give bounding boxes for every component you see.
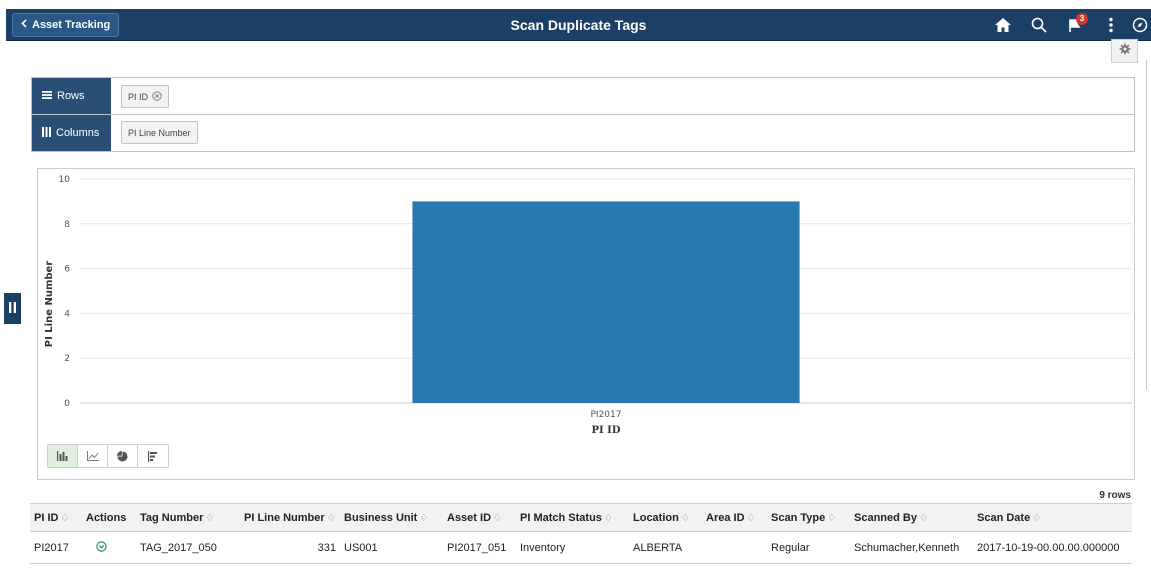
back-button-label: Asset Tracking: [32, 19, 111, 31]
cell-actions[interactable]: [82, 531, 136, 564]
col-header-scan-date[interactable]: Scan Date ♢: [973, 503, 1132, 532]
sort-icon: ♢: [680, 512, 690, 524]
sort-icon: ♢: [419, 512, 429, 524]
rows-label-cell[interactable]: Rows: [32, 78, 111, 114]
y-axis-label: PI Line Number: [44, 261, 55, 348]
rows-chip[interactable]: PI ID: [121, 85, 170, 108]
pivot-config-panel: Rows PI ID Columns PI Line Number: [31, 77, 1135, 152]
sort-icon: ♢: [205, 512, 215, 524]
y-tick-label: 2: [64, 354, 70, 364]
right-scroll-rail: [1146, 60, 1151, 390]
top-bar: Asset Tracking Scan Duplicate Tags 3: [0, 0, 1151, 49]
col-header-tag-number[interactable]: Tag Number ♢: [136, 503, 240, 532]
columns-icon: [42, 126, 51, 140]
bar-chart-icon[interactable]: [48, 445, 78, 467]
chart-container: 0 2 4 6 8 10 PI2017 PI ID PI Line Number: [37, 168, 1135, 480]
search-icon[interactable]: [1021, 9, 1057, 41]
col-header-pi-id[interactable]: PI ID ♢: [30, 503, 82, 532]
cell-tag-number: TAG_2017_050: [136, 531, 240, 564]
bar: [412, 201, 800, 403]
y-tick-label: 6: [64, 265, 70, 275]
banner: Asset Tracking Scan Duplicate Tags 3: [6, 9, 1151, 41]
col-header-actions: Actions: [82, 503, 136, 532]
y-tick-label: 8: [64, 220, 70, 230]
rows-icon: [42, 90, 52, 102]
col-header-scanned-by[interactable]: Scanned By ♢: [850, 503, 973, 532]
cell-business-unit: US001: [340, 531, 443, 564]
columns-label: Columns: [56, 127, 100, 139]
sort-icon: ♢: [60, 512, 70, 524]
y-tick-label: 4: [64, 309, 70, 319]
pivot-rows-row: Rows PI ID: [32, 78, 1134, 115]
cell-asset-id: PI2017_051: [443, 531, 516, 564]
sort-icon: ♢: [918, 512, 928, 524]
actions-chevron-icon[interactable]: [96, 540, 107, 555]
cell-pi-line-number: 331: [240, 531, 340, 564]
row-count: 9 rows: [1099, 490, 1131, 501]
columns-chip[interactable]: PI Line Number: [121, 121, 198, 144]
banner-actions: 3: [985, 9, 1151, 41]
cell-location: ALBERTA: [629, 531, 702, 564]
navbar-icon[interactable]: [1129, 9, 1151, 41]
cell-pi-id: PI2017: [30, 531, 82, 564]
sort-icon: ♢: [827, 512, 837, 524]
col-header-scan-type[interactable]: Scan Type ♢: [767, 503, 850, 532]
cell-scan-date: 2017-10-19-00.00.00.000000: [973, 531, 1132, 564]
sort-icon: ♢: [493, 512, 502, 524]
pause-bars-icon: [9, 300, 16, 318]
col-header-area-id[interactable]: Area ID ♢: [702, 503, 767, 532]
more-icon[interactable]: [1093, 9, 1129, 41]
pie-chart-icon[interactable]: [108, 445, 138, 467]
settings-gear-button[interactable]: [1111, 39, 1138, 63]
cell-pi-match-status: Inventory: [516, 531, 629, 564]
sort-icon: ♢: [326, 512, 336, 524]
columns-chip-label: PI Line Number: [128, 127, 191, 138]
rows-label: Rows: [57, 90, 85, 102]
chevron-left-icon: [21, 14, 27, 36]
col-header-asset-id[interactable]: Asset ID ♢: [443, 503, 516, 532]
chart-type-switcher: [47, 444, 169, 468]
cell-scan-type: Regular: [767, 531, 850, 564]
results-grid: PI ID ♢ Actions Tag Number ♢ PI Line Numbe…: [30, 503, 1132, 564]
y-tick-label: 0: [64, 399, 70, 409]
y-tick-label: 10: [59, 175, 71, 185]
cell-scanned-by: Schumacher,Kenneth: [850, 531, 973, 564]
table-row[interactable]: PI2017 TAG_2017_050 331 US001 PI2017_051…: [30, 531, 1132, 564]
horizontal-bar-icon[interactable]: [138, 445, 168, 467]
grid-header-row: PI ID ♢ Actions Tag Number ♢ PI Line Numbe…: [30, 503, 1132, 532]
col-header-pi-line-number[interactable]: PI Line Number ♢: [240, 503, 340, 532]
home-icon[interactable]: [985, 9, 1021, 41]
cell-area-id: [702, 531, 767, 564]
page-title: Scan Duplicate Tags: [510, 17, 647, 33]
sort-icon: ♢: [603, 512, 613, 524]
bar-chart: 0 2 4 6 8 10 PI2017 PI ID PI Line Number: [44, 175, 1132, 436]
notification-badge: 3: [1076, 13, 1088, 25]
rows-chip-label: PI ID: [128, 91, 149, 102]
back-button[interactable]: Asset Tracking: [12, 13, 120, 37]
sort-icon: ♢: [746, 512, 756, 524]
pivot-columns-row: Columns PI Line Number: [32, 115, 1134, 152]
columns-label-cell[interactable]: Columns: [32, 115, 111, 151]
remove-circle-icon[interactable]: [152, 90, 162, 103]
gear-icon: [1119, 42, 1131, 60]
line-chart-icon[interactable]: [78, 445, 108, 467]
x-axis-label: PI ID: [591, 425, 620, 436]
x-tick-label: PI2017: [591, 410, 622, 420]
side-panel-toggle[interactable]: [4, 293, 21, 324]
flag-icon[interactable]: 3: [1057, 9, 1093, 41]
col-header-pi-match-status[interactable]: PI Match Status ♢: [516, 503, 629, 532]
sort-icon: ♢: [1032, 512, 1042, 524]
col-header-location[interactable]: Location ♢: [629, 503, 702, 532]
col-header-business-unit[interactable]: Business Unit ♢: [340, 503, 443, 532]
